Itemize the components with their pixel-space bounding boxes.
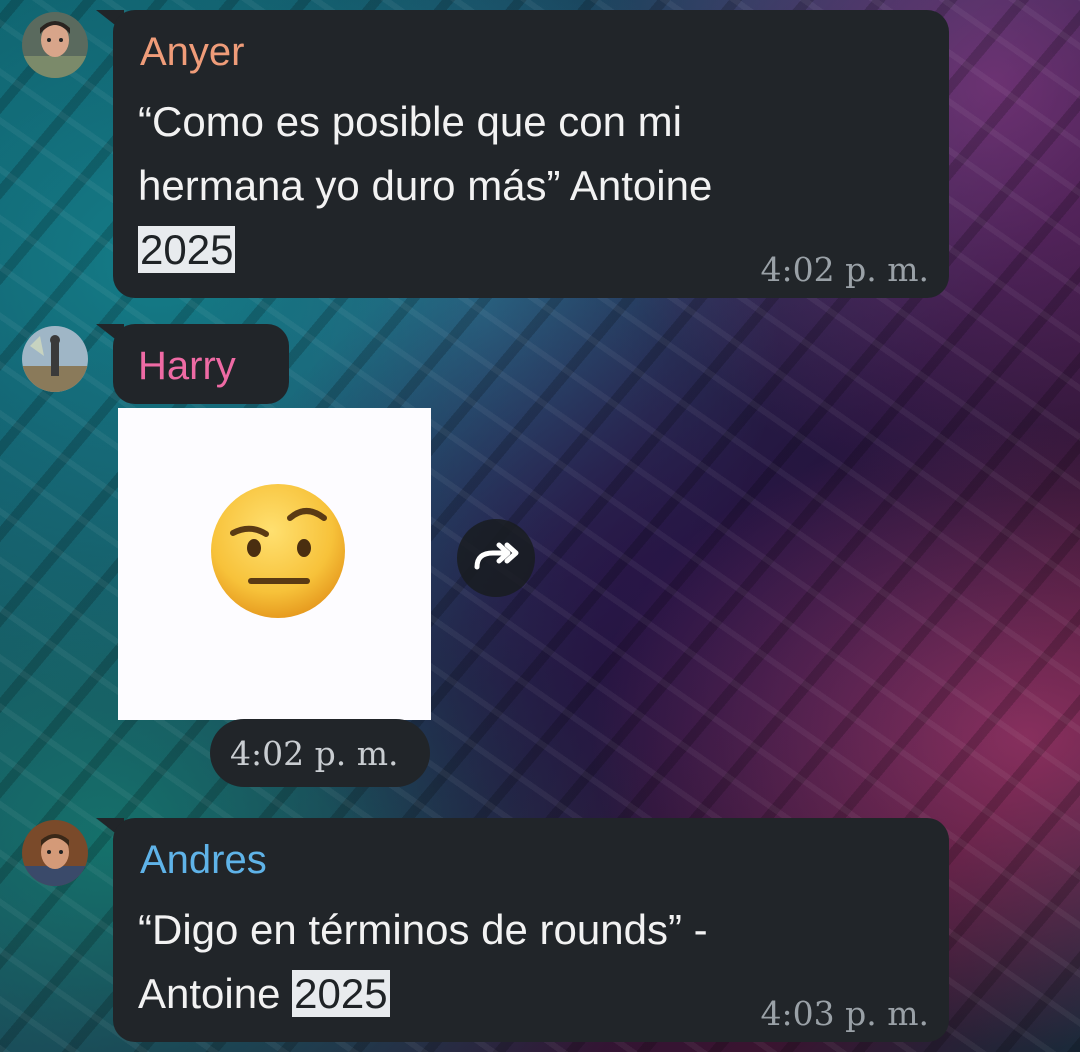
highlighted-number: 2025	[292, 970, 390, 1017]
message-bubble-andres[interactable]: Andres “Digo en términos de rounds” - An…	[113, 818, 949, 1042]
avatar-andres[interactable]	[22, 820, 88, 886]
message-bubble-anyer[interactable]: Anyer “Como es posible que con mi herman…	[113, 10, 949, 298]
timestamp-pill: 4:02 p. m.	[210, 719, 430, 787]
message-timestamp: 4:02 p. m.	[760, 250, 929, 289]
message-text-line: “Digo en términos de rounds” -	[138, 906, 708, 953]
message-timestamp: 4:02 p. m.	[230, 734, 399, 773]
sender-name-bubble-harry[interactable]: Harry	[113, 324, 289, 404]
sender-name[interactable]: Andres	[140, 838, 267, 883]
highlighted-number: 2025	[138, 226, 236, 273]
sticker-message[interactable]	[118, 408, 431, 720]
message-timestamp: 4:03 p. m.	[760, 994, 929, 1033]
forward-button[interactable]	[457, 519, 535, 597]
message-text-line: “Como es posible que con mi	[138, 98, 682, 145]
raised-eyebrow-emoji-icon	[211, 484, 345, 618]
avatar-anyer[interactable]	[22, 12, 88, 78]
forward-icon	[474, 542, 519, 570]
message-text-line: Antoine	[138, 970, 293, 1017]
message-text-line: hermana yo duro más” Antoine	[138, 162, 713, 209]
sender-name[interactable]: Anyer	[140, 30, 245, 75]
avatar-harry[interactable]	[22, 326, 88, 392]
sender-name[interactable]: Harry	[138, 344, 236, 389]
